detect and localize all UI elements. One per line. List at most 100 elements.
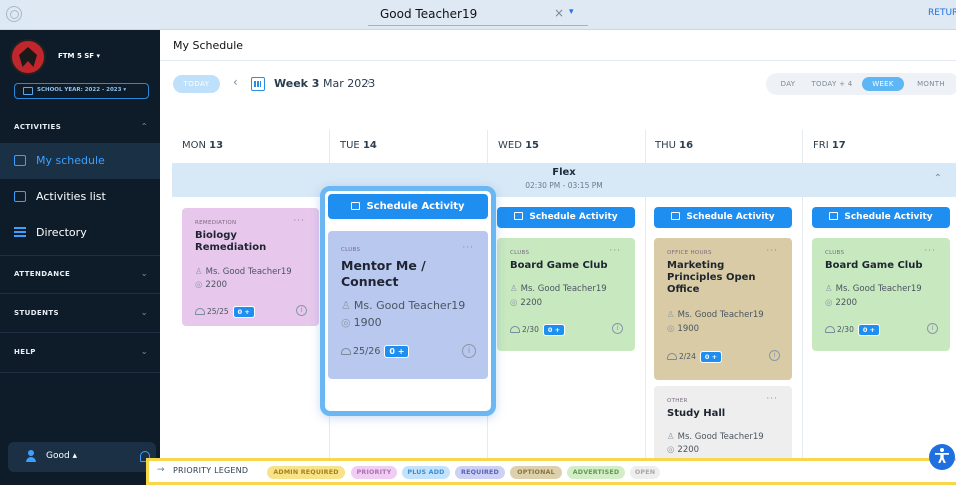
plus-add-badge[interactable]: 0 + (857, 324, 881, 336)
activity-card-wed[interactable]: CLUBS ··· Board Game Club ♙ Ms. Good Teac… (497, 238, 635, 351)
activity-card-mon[interactable]: REMEDIATION ··· Biology Remediation ♙ Ms.… (182, 208, 319, 326)
section-activities-label: ACTIVITIES (14, 123, 62, 131)
people-icon (825, 326, 835, 333)
arrow-right-icon[interactable]: → (157, 465, 165, 475)
capacity-value: 2/30 (522, 325, 539, 334)
more-icon[interactable]: ··· (924, 246, 936, 256)
room-number: 2200 (520, 298, 543, 308)
teacher-select[interactable]: Good Teacher19 × ▾ (368, 4, 588, 26)
teacher-select-value: Good Teacher19 (380, 7, 478, 21)
user-name: Good ▴ (46, 451, 78, 461)
day-number: 15 (525, 140, 540, 151)
activity-card-fri[interactable]: CLUBS ··· Board Game Club ♙ Ms. Good Teac… (812, 238, 950, 351)
teacher-icon: ♙ (825, 284, 833, 294)
clear-icon[interactable]: × (554, 6, 564, 20)
day-header-thu: THU 16 (655, 140, 693, 151)
activity-category: OFFICE HOURS (667, 250, 712, 256)
accessibility-icon[interactable] (929, 444, 955, 470)
day-header-fri: FRI 17 (813, 140, 846, 151)
activity-card-tue[interactable]: CLUBS ··· Mentor Me / Connect ♙ Ms. Good … (328, 231, 488, 379)
activity-room: ◎ 1900 (341, 316, 382, 329)
day-name: THU (655, 140, 676, 151)
top-bar: Good Teacher19 × ▾ RETURI (0, 0, 956, 30)
sidebar: FTM 5 SF ▾ SCHOOL YEAR: 2022 - 2023 ▾ AC… (0, 30, 160, 485)
prev-week-button[interactable]: ‹ (233, 75, 238, 89)
legend-pill-optional: OPTIONAL (510, 466, 562, 479)
more-icon[interactable]: ··· (293, 216, 305, 226)
people-icon (341, 348, 351, 355)
chevron-down-icon[interactable]: ▾ (569, 7, 574, 17)
sidebar-item-directory[interactable]: Directory (0, 215, 160, 251)
activity-teacher: ♙ Ms. Good Teacher19 (825, 284, 922, 294)
divider (160, 60, 956, 61)
app-logo-icon[interactable] (6, 6, 22, 22)
section-help-label: HELP (14, 348, 36, 356)
school-switcher[interactable]: FTM 5 SF ▾ (58, 52, 100, 60)
section-help[interactable]: HELP ⌄ (0, 347, 160, 356)
legend-pill-advertised: ADVERTISED (567, 466, 625, 479)
more-icon[interactable]: ··· (766, 246, 778, 256)
return-link[interactable]: RETURI (928, 8, 956, 18)
day-number: 17 (831, 140, 846, 151)
teacher-name: Ms. Good Teacher19 (677, 310, 764, 320)
divider (0, 293, 160, 294)
more-icon[interactable]: ··· (462, 243, 474, 253)
view-day-button[interactable]: DAY (774, 77, 802, 91)
activity-room: ◎ 1900 (667, 324, 699, 334)
schedule-activity-label: Schedule Activity (844, 212, 933, 222)
next-week-button[interactable]: › (366, 75, 371, 89)
activity-teacher: ♙ Ms. Good Teacher19 (341, 299, 465, 312)
schedule-activity-button-fri[interactable]: Schedule Activity (812, 207, 950, 228)
section-activities[interactable]: ACTIVITIES ⌃ (0, 122, 160, 131)
day-header-wed: WED 15 (498, 140, 539, 151)
plus-add-badge[interactable]: 0 + (232, 306, 255, 318)
teacher-name: Ms. Good Teacher19 (205, 267, 292, 277)
day-number: 16 (679, 140, 694, 151)
calendar-icon[interactable] (251, 77, 265, 91)
day-name: FRI (813, 140, 829, 151)
school-year-select[interactable]: SCHOOL YEAR: 2022 - 2023 ▾ (14, 83, 149, 99)
info-icon[interactable]: i (462, 344, 476, 358)
sidebar-item-my-schedule[interactable]: My schedule (0, 143, 160, 179)
day-number: 13 (209, 140, 224, 151)
sidebar-item-label: My schedule (36, 154, 105, 167)
view-today-plus-4-button[interactable]: TODAY + 4 (806, 77, 858, 91)
room-number: 2200 (677, 445, 700, 455)
activity-capacity: 2/24 0 + (667, 351, 723, 363)
chevron-up-icon[interactable]: ⌃ (934, 173, 942, 184)
room-number: 2200 (835, 298, 858, 308)
day-header-mon: MON 13 (182, 140, 223, 151)
activity-capacity: 25/26 0 + (341, 345, 410, 358)
teacher-icon: ♙ (667, 432, 675, 442)
schedule-activity-label: Schedule Activity (529, 212, 618, 222)
more-icon[interactable]: ··· (609, 246, 621, 256)
plus-add-badge[interactable]: 0 + (699, 351, 723, 363)
location-icon: ◎ (341, 316, 351, 329)
schedule-activity-button-tue[interactable]: Schedule Activity (328, 194, 488, 219)
activity-card-thu[interactable]: OFFICE HOURS ··· Marketing Principles Op… (654, 238, 792, 380)
view-week-button[interactable]: WEEK (862, 77, 904, 91)
schedule-activity-button-wed[interactable]: Schedule Activity (497, 207, 635, 228)
plus-add-badge[interactable]: 0 + (384, 345, 410, 358)
location-icon: ◎ (510, 298, 518, 308)
plus-add-badge[interactable]: 0 + (542, 324, 566, 336)
capacity-value: 25/25 (207, 307, 229, 316)
divider (0, 332, 160, 333)
section-students[interactable]: STUDENTS ⌄ (0, 308, 160, 317)
info-icon[interactable]: i (612, 323, 623, 334)
today-button[interactable]: TODAY (173, 75, 220, 93)
capacity-value: 25/26 (353, 346, 381, 357)
more-icon[interactable]: ··· (766, 394, 778, 404)
schedule-activity-button-thu[interactable]: Schedule Activity (654, 207, 792, 228)
activity-category: CLUBS (825, 250, 845, 256)
section-attendance[interactable]: ATTENDANCE ⌄ (0, 269, 160, 278)
user-menu[interactable]: Good ▴ (8, 442, 156, 472)
divider (0, 255, 160, 256)
activity-title: Marketing Principles Open Office (667, 260, 756, 295)
flex-period-band[interactable]: Flex 02:30 PM - 03:15 PM ⌃ (172, 163, 956, 197)
info-icon[interactable]: i (927, 323, 938, 334)
info-icon[interactable]: i (296, 305, 307, 316)
info-icon[interactable]: i (769, 350, 780, 361)
sidebar-item-activities-list[interactable]: Activities list (0, 179, 160, 215)
view-month-button[interactable]: MONTH (908, 77, 954, 91)
